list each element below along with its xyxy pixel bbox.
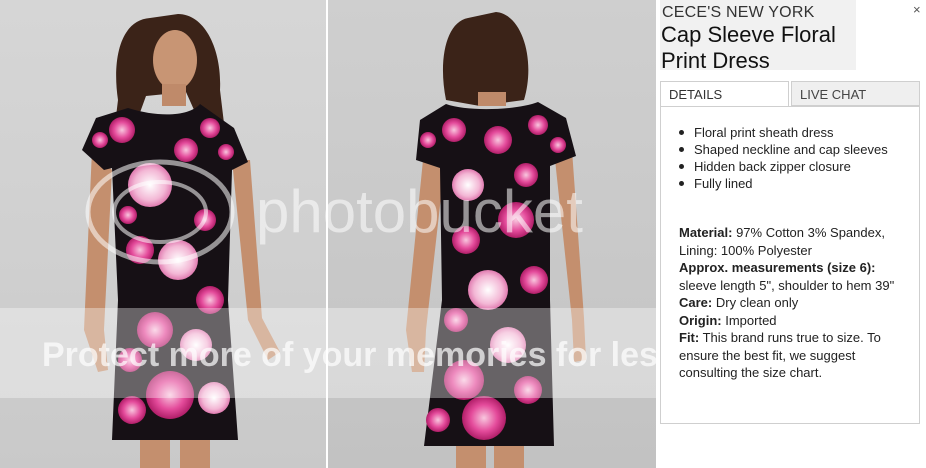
spec-material: Material: 97% Cotton 3% Spandex, Lining:…: [679, 225, 885, 258]
list-item: Floral print sheath dress: [679, 124, 915, 141]
tab-live-chat[interactable]: LIVE CHAT: [791, 81, 920, 106]
list-item: Fully lined: [679, 175, 915, 192]
spec-care: Care: Dry clean only: [679, 295, 799, 310]
bullet-icon: [679, 181, 684, 186]
details-panel: Floral print sheath dress Shaped necklin…: [660, 106, 920, 424]
spec-measurements: Approx. measurements (size 6): sleeve le…: [679, 260, 895, 293]
tab-details[interactable]: DETAILS: [660, 81, 789, 106]
brand-name[interactable]: CECE'S NEW YORK: [662, 4, 814, 22]
product-tabs: DETAILS LIVE CHAT: [660, 81, 921, 107]
product-photo-back[interactable]: [328, 0, 656, 468]
bullet-icon: [679, 130, 684, 135]
feature-list: Floral print sheath dress Shaped necklin…: [679, 124, 915, 192]
list-item: Shaped neckline and cap sleeves: [679, 141, 915, 158]
list-item: Hidden back zipper closure: [679, 158, 915, 175]
product-title: Cap Sleeve Floral Print Dress: [661, 22, 836, 73]
close-icon[interactable]: ×: [913, 2, 921, 17]
spec-origin: Origin: Imported: [679, 312, 777, 328]
spec-list: Material: 97% Cotton 3% Spandex, Lining:…: [679, 224, 909, 382]
bullet-icon: [679, 147, 684, 152]
bullet-icon: [679, 164, 684, 169]
model-back-illustration: [406, 12, 586, 468]
spec-fit: Fit: This brand runs true to size. To en…: [679, 330, 881, 380]
product-photo-front[interactable]: [0, 0, 326, 468]
model-front-illustration: [82, 14, 280, 468]
